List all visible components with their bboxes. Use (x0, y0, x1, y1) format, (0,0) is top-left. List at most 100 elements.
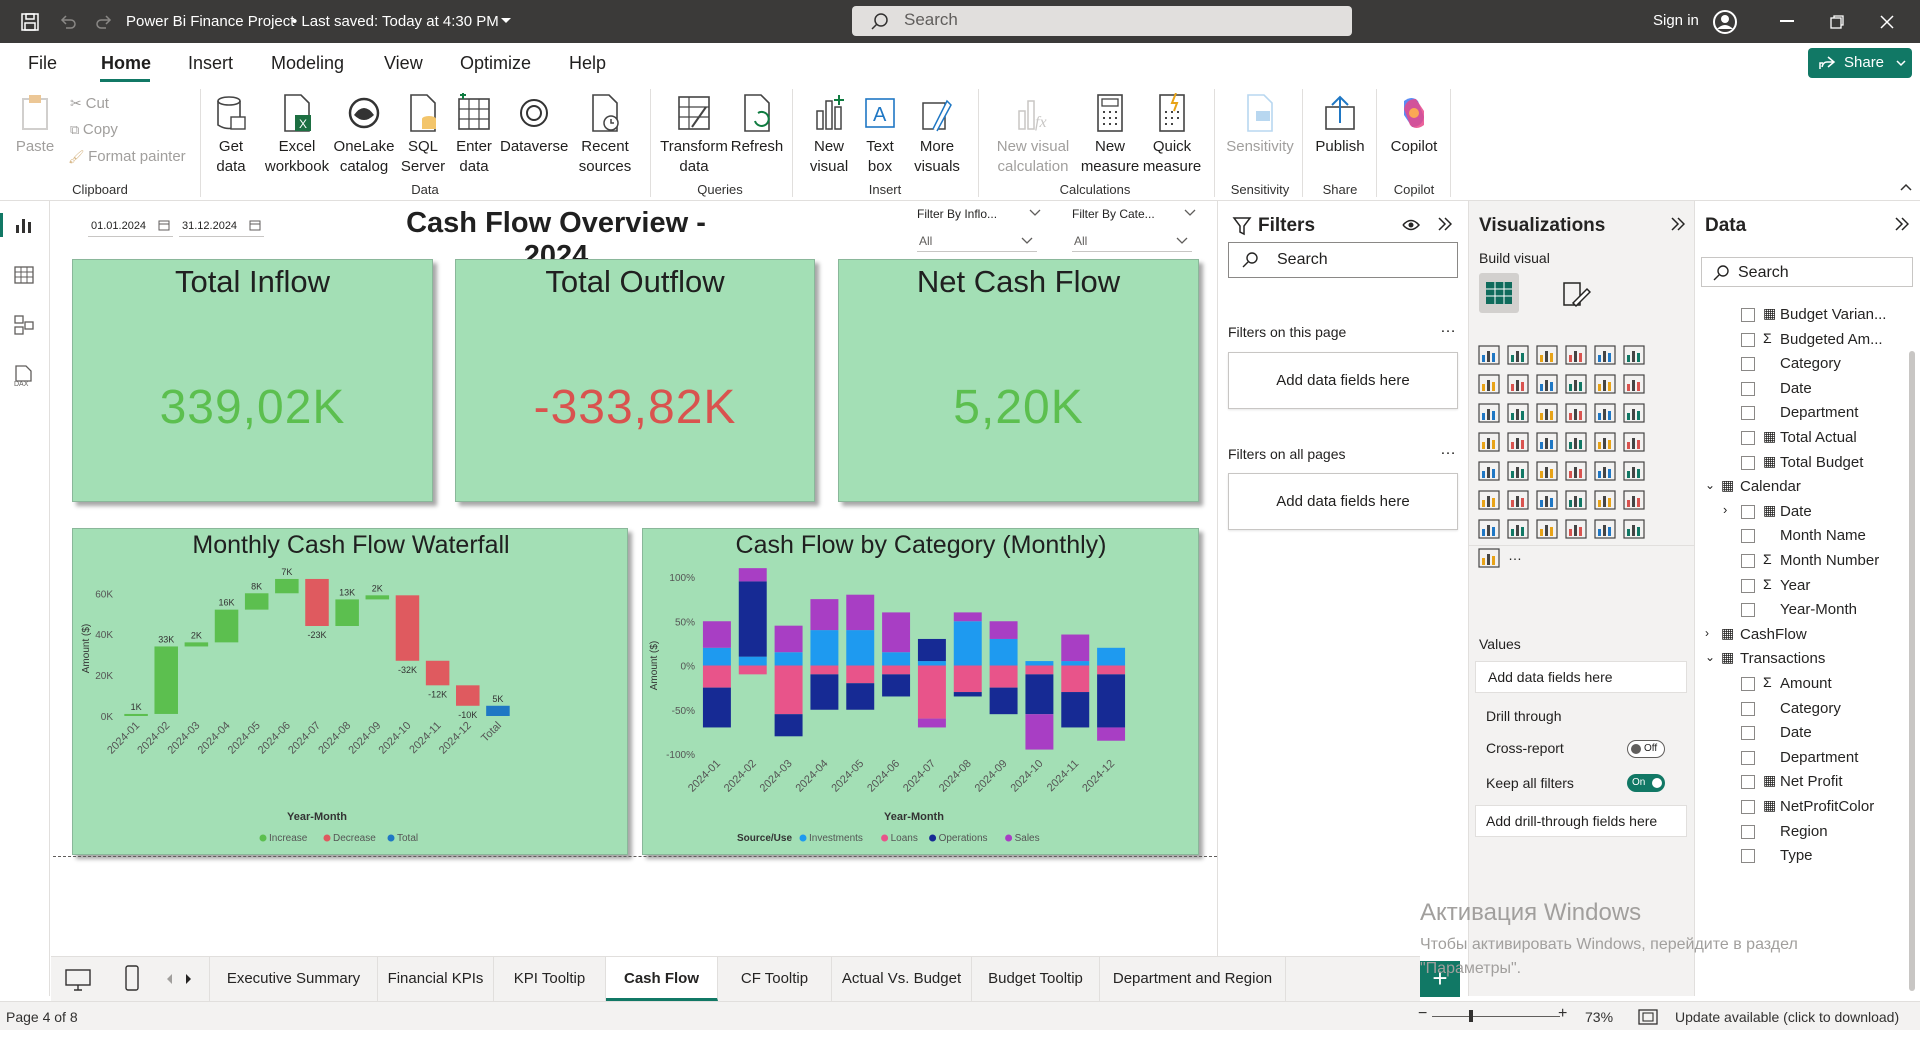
filters-all-pages-dropzone[interactable]: Add data fields here (1228, 473, 1458, 530)
field-checkbox[interactable] (1741, 677, 1755, 691)
sql-server-button[interactable]: SQL Server (400, 93, 446, 177)
eye-icon[interactable] (1402, 218, 1420, 232)
keep-all-filters-toggle[interactable]: On (1627, 774, 1665, 792)
smart-narrative-icon[interactable] (1622, 488, 1646, 512)
field-checkbox[interactable] (1741, 578, 1755, 593)
values-dropzone[interactable]: Add data fields here (1475, 661, 1687, 693)
sign-in-link[interactable]: Sign in (1653, 12, 1699, 29)
decomposition-tree-icon[interactable] (1564, 488, 1588, 512)
calendar-icon[interactable] (158, 219, 170, 231)
collapse-pane-icon[interactable] (1671, 217, 1685, 231)
stacked-area-chart-icon[interactable] (1535, 372, 1559, 396)
field-list-item[interactable]: ▦ Total Budget (1695, 453, 1905, 475)
kpi-card-total-outflow[interactable]: Total Outflow -333,82K (455, 259, 815, 502)
model-view-icon[interactable] (14, 315, 34, 335)
filters-page-dropzone[interactable]: Add data fields here (1228, 352, 1458, 409)
matrix-icon[interactable] (1622, 459, 1646, 483)
field-list-item[interactable]: Σ Month Number (1695, 551, 1905, 573)
page-tab[interactable]: Financial KPIs (378, 957, 494, 1001)
field-list-item[interactable]: Σ Budgeted Am... (1695, 330, 1905, 352)
chevron-down-icon[interactable]: ⌄ (1705, 478, 1715, 492)
enter-data-button[interactable]: Enter data (452, 93, 496, 177)
menu-home[interactable]: Home (101, 53, 151, 74)
zoom-in-button[interactable]: + (1558, 1005, 1567, 1023)
get-data-button[interactable]: Get data (207, 93, 255, 177)
menu-file[interactable]: File (28, 53, 57, 74)
share-button[interactable]: Share (1808, 48, 1912, 78)
dax-query-view-icon[interactable]: DAX (12, 365, 36, 387)
arcgis-map-icon[interactable] (1477, 546, 1501, 570)
more-options-icon[interactable]: … (1440, 319, 1456, 337)
build-visual-tab[interactable] (1479, 273, 1519, 313)
field-checkbox[interactable] (1741, 529, 1755, 544)
filters-search-input[interactable]: Search (1228, 242, 1458, 278)
chevron-down-icon[interactable]: ⌄ (1705, 650, 1715, 664)
ribbon-chart-icon[interactable] (1477, 401, 1501, 425)
search-input[interactable]: Search (852, 6, 1352, 36)
field-list-item[interactable]: Date (1695, 379, 1905, 401)
line-column-chart-icon[interactable] (1593, 372, 1617, 396)
field-list-item[interactable]: Year-Month (1695, 600, 1905, 622)
field-list-item[interactable]: Department (1695, 403, 1905, 425)
metrics-icon[interactable] (1506, 517, 1530, 541)
dataverse-button[interactable]: Dataverse (500, 93, 568, 157)
copy-button[interactable]: ⧉ Copy (70, 120, 118, 140)
treemap-icon[interactable] (1477, 430, 1501, 454)
field-list-item[interactable]: ▦ NetProfitColor (1695, 797, 1905, 819)
minimize-icon[interactable] (1780, 20, 1794, 22)
quick-measure-button[interactable]: Quick measure (1142, 93, 1202, 177)
field-checkbox[interactable] (1741, 357, 1755, 372)
map-icon[interactable] (1506, 430, 1530, 454)
collapse-pane-icon[interactable] (1438, 217, 1452, 231)
update-available-link[interactable]: Update available (click to download) (1675, 1009, 1899, 1025)
user-avatar-icon[interactable] (1712, 9, 1738, 35)
field-checkbox[interactable] (1741, 406, 1755, 421)
field-checkbox[interactable] (1741, 775, 1755, 790)
field-list-item[interactable]: › ▦ CashFlow (1695, 625, 1905, 647)
slicer-icon[interactable] (1564, 459, 1588, 483)
field-checkbox[interactable] (1741, 332, 1755, 347)
r-visual-icon[interactable] (1477, 488, 1501, 512)
field-checkbox[interactable] (1741, 603, 1755, 618)
stacked-bar-chart-icon[interactable] (1477, 343, 1501, 367)
undo-icon[interactable] (58, 12, 78, 32)
page-tab[interactable]: Cash Flow (606, 957, 718, 1001)
power-apps-icon[interactable] (1535, 517, 1559, 541)
page-tab[interactable]: Department and Region Brea (1100, 957, 1286, 1031)
menu-view[interactable]: View (384, 53, 423, 74)
field-checkbox[interactable] (1741, 849, 1755, 864)
chevron-down-icon[interactable] (1029, 209, 1041, 217)
stacked-column-chart-icon[interactable] (1506, 343, 1530, 367)
data-search-input[interactable]: Search (1701, 257, 1913, 287)
text-box-button[interactable]: A Text box (858, 93, 902, 177)
line-chart-icon[interactable] (1477, 372, 1501, 396)
new-measure-button[interactable]: New measure (1080, 93, 1140, 177)
recent-sources-button[interactable]: Recent sources (570, 93, 640, 177)
menu-modeling[interactable]: Modeling (271, 53, 344, 74)
field-checkbox[interactable] (1741, 455, 1755, 470)
copilot-summary-icon[interactable] (1622, 517, 1646, 541)
field-checkbox[interactable] (1741, 308, 1755, 322)
slicer-dropdown[interactable]: All (1072, 230, 1192, 252)
page-tab[interactable]: KPI Tooltip (494, 957, 606, 1001)
page-tab[interactable]: CF Tooltip (718, 957, 832, 1001)
scrollbar[interactable] (1909, 351, 1915, 991)
paste-button[interactable]: Paste (12, 93, 58, 157)
refresh-button[interactable]: Refresh (730, 93, 784, 157)
page-tab[interactable]: Executive Summary (210, 957, 378, 1001)
close-icon[interactable] (1880, 15, 1894, 29)
date-to-input[interactable]: 31.12.2024 (179, 217, 264, 237)
more-visuals-icon[interactable]: … (1506, 546, 1530, 570)
chevron-down-icon[interactable] (500, 17, 512, 25)
redo-icon[interactable] (94, 12, 114, 32)
clustered-bar-chart-icon[interactable] (1535, 343, 1559, 367)
field-list-item[interactable]: Σ Amount (1695, 674, 1905, 696)
field-list-item[interactable]: Region (1695, 822, 1905, 844)
field-checkbox[interactable] (1741, 431, 1755, 445)
more-visuals-button[interactable]: More visuals (908, 93, 966, 177)
field-checkbox[interactable] (1741, 381, 1755, 396)
field-list-item[interactable]: Category (1695, 354, 1905, 376)
field-checkbox[interactable] (1741, 701, 1755, 716)
field-list-item[interactable]: ▦ Budget Varian... (1695, 305, 1905, 327)
inflow-slicer[interactable]: Filter By Inflo... All (917, 207, 1045, 253)
